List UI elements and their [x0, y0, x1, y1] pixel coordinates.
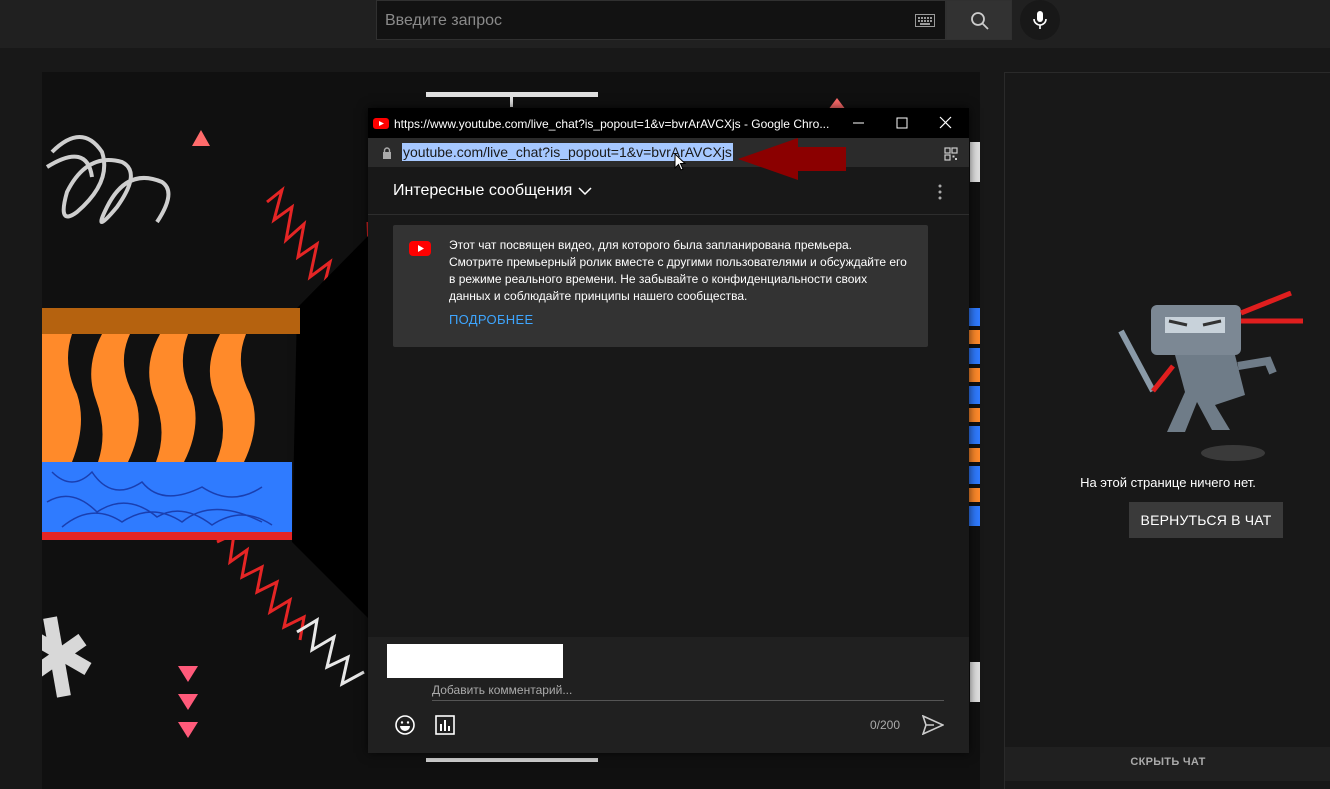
minimize-button[interactable] — [849, 113, 869, 133]
premiere-notice: Этот чат посвящен видео, для которого бы… — [393, 225, 928, 347]
empty-state-message: На этой странице ничего нет. — [1080, 475, 1256, 490]
minimize-icon — [853, 122, 864, 124]
chevron-down-icon[interactable] — [578, 187, 592, 195]
window-titlebar[interactable]: https://www.youtube.com/live_chat?is_pop… — [368, 108, 969, 138]
notice-text: Этот чат посвящен видео, для которого бы… — [449, 238, 907, 303]
search-button[interactable] — [946, 0, 1012, 40]
back-to-chat-button[interactable]: ВЕРНУТЬСЯ В ЧАТ — [1129, 502, 1283, 538]
search-input[interactable] — [383, 1, 907, 41]
youtube-icon — [409, 241, 431, 256]
masthead — [0, 0, 1330, 48]
window-title: https://www.youtube.com/live_chat?is_pop… — [394, 117, 830, 131]
comment-input[interactable] — [432, 680, 944, 701]
emoji-icon[interactable] — [394, 714, 416, 736]
search-icon — [971, 12, 989, 30]
chat-header: Интересные сообщения — [368, 167, 969, 215]
user-name-redacted — [387, 644, 563, 678]
learn-more-link[interactable]: ПОДРОБНЕЕ — [449, 312, 533, 327]
poll-icon[interactable] — [435, 715, 455, 735]
popout-chat-window: https://www.youtube.com/live_chat?is_pop… — [368, 108, 969, 753]
voice-search-button[interactable] — [1020, 0, 1060, 40]
youtube-icon — [373, 118, 389, 129]
maximize-icon — [896, 117, 908, 129]
close-icon — [939, 116, 952, 129]
send-icon[interactable] — [922, 715, 944, 735]
message-composer: 0/200 — [368, 637, 969, 753]
chat-mode-selector[interactable]: Интересные сообщения — [393, 182, 572, 200]
maximize-button[interactable] — [892, 113, 912, 133]
live-chat-panel: На этой странице ничего нет. ВЕРНУТЬСЯ В… — [1004, 72, 1330, 789]
character-counter: 0/200 — [870, 718, 901, 732]
close-button[interactable] — [936, 113, 956, 133]
address-bar[interactable]: youtube.com/live_chat?is_popout=1&v=bvrA… — [368, 138, 969, 180]
lock-icon — [383, 147, 391, 159]
hide-chat-button[interactable]: СКРЫТЬ ЧАТ — [1005, 747, 1330, 781]
more-vert-icon[interactable] — [937, 184, 943, 200]
mic-icon — [1033, 11, 1047, 29]
search-box — [376, 0, 946, 41]
qr-icon[interactable] — [944, 147, 958, 161]
keyboard-icon[interactable] — [915, 14, 935, 32]
ninja-illustration — [1118, 291, 1303, 461]
